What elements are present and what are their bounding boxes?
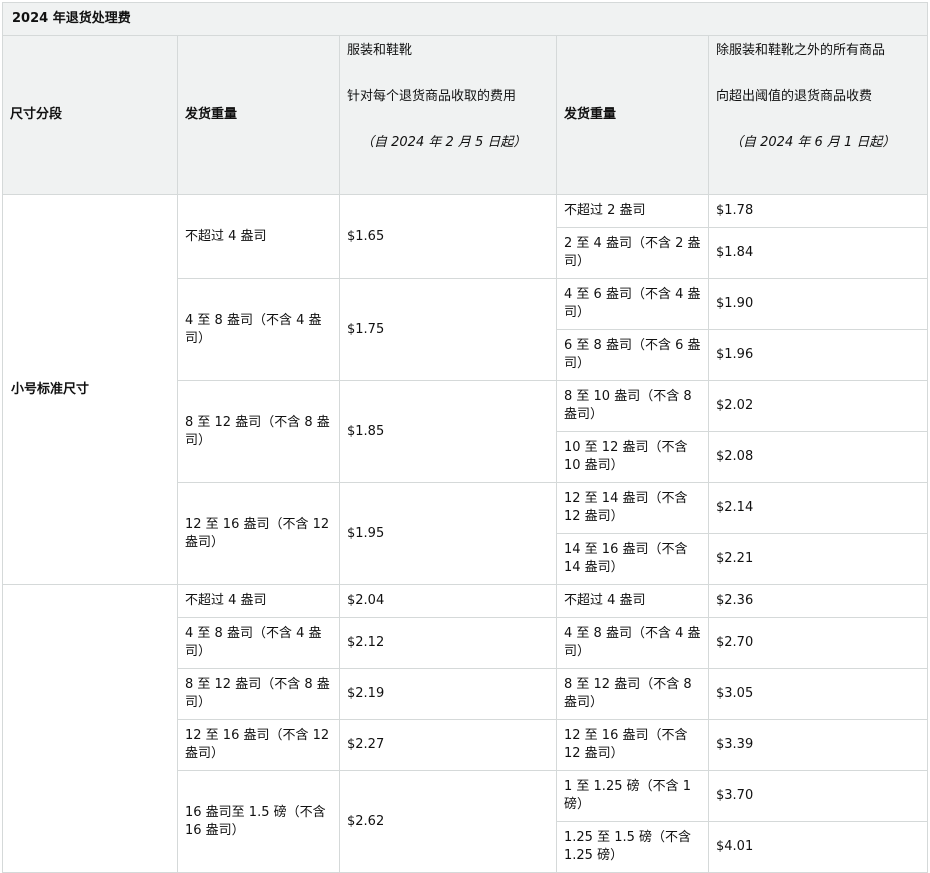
- fee-cell: $3.39: [707, 719, 929, 771]
- fee-cell: $3.70: [707, 770, 929, 822]
- fee-cell: $2.14: [707, 482, 929, 534]
- weight-cell: 12 至 16 盎司（不含 12 盎司）: [177, 482, 340, 585]
- weight-cell: 10 至 12 盎司（不含 10 盎司）: [556, 431, 709, 483]
- header-weight-right: 发货重量: [556, 35, 709, 195]
- fee-cell: $1.90: [707, 278, 929, 330]
- return-fee-table: 2024 年退货处理费 尺寸分段 发货重量 服装和鞋靴 针对每个退货商品收取的费…: [1, 2, 929, 873]
- weight-cell: 2 至 4 盎司（不含 2 盎司）: [556, 227, 709, 279]
- header-other-line-2: 向超出阈值的退货商品收费: [716, 89, 873, 104]
- weight-cell: 4 至 6 盎司（不含 4 盎司）: [556, 278, 709, 330]
- weight-cell: 8 至 10 盎司（不含 8 盎司）: [556, 380, 709, 432]
- fee-cell: $1.85: [339, 380, 557, 483]
- weight-cell: 不超过 4 盎司: [556, 584, 709, 618]
- weight-cell: 6 至 8 盎司（不含 6 盎司）: [556, 329, 709, 381]
- header-weight-left: 发货重量: [177, 35, 340, 195]
- header-apparel-line-1: 服装和鞋靴: [347, 43, 413, 58]
- fee-cell: $1.95: [339, 482, 557, 585]
- weight-cell: 14 至 16 盎司（不含 14 盎司）: [556, 533, 709, 585]
- fee-cell: $3.05: [707, 668, 929, 720]
- weight-cell: 不超过 4 盎司: [177, 194, 340, 279]
- header-size-tier: 尺寸分段: [2, 35, 178, 195]
- table-row: 不超过 4 盎司 $2.04 不超过 4 盎司 $2.36: [2, 584, 929, 873]
- fee-cell: $1.75: [339, 278, 557, 381]
- weight-cell: 不超过 2 盎司: [556, 194, 709, 228]
- fee-cell: $2.04: [339, 584, 557, 618]
- table-title: 2024 年退货处理费: [1, 2, 929, 36]
- fee-cell: $2.12: [339, 617, 557, 669]
- weight-cell: 8 至 12 盎司（不含 8 盎司）: [556, 668, 709, 720]
- header-other-fee: 除服装和鞋靴之外的所有商品 向超出阈值的退货商品收费 （自 2024 年 6 月…: [707, 35, 929, 195]
- header-apparel-fee: 服装和鞋靴 针对每个退货商品收取的费用 （自 2024 年 2 月 5 日起）: [339, 35, 557, 195]
- fee-cell: $2.21: [707, 533, 929, 585]
- weight-cell: 不超过 4 盎司: [177, 584, 340, 618]
- fee-cell: $2.27: [339, 719, 557, 771]
- weight-cell: 16 盎司至 1.5 磅（不含 16 盎司）: [177, 770, 340, 873]
- fee-cell: $2.70: [707, 617, 929, 669]
- fee-cell: $1.84: [707, 227, 929, 279]
- weight-cell: 12 至 16 盎司（不含 12 盎司）: [556, 719, 709, 771]
- table-row: 小号标准尺寸 不超过 4 盎司 $1.65 不超过 2 盎司 $1.78: [2, 194, 929, 585]
- header-other-line-1: 除服装和鞋靴之外的所有商品: [716, 43, 886, 58]
- weight-cell: 12 至 14 盎司（不含 12 盎司）: [556, 482, 709, 534]
- weight-cell: 4 至 8 盎司（不含 4 盎司）: [556, 617, 709, 669]
- fee-cell: $2.02: [707, 380, 929, 432]
- fee-cell: $4.01: [707, 821, 929, 873]
- weight-cell: 8 至 12 盎司（不含 8 盎司）: [177, 380, 340, 483]
- header-apparel-line-2: 针对每个退货商品收取的费用: [347, 89, 517, 104]
- fee-cell: $1.96: [707, 329, 929, 381]
- size-tier-large-standard: [2, 584, 178, 873]
- weight-cell: 1.25 至 1.5 磅（不含 1.25 磅）: [556, 821, 709, 873]
- weight-cell: 12 至 16 盎司（不含 12 盎司）: [177, 719, 340, 771]
- size-tier-small-standard: 小号标准尺寸: [2, 194, 178, 585]
- fee-cell: $2.36: [707, 584, 929, 618]
- fee-cell: $1.78: [707, 194, 929, 228]
- weight-cell: 4 至 8 盎司（不含 4 盎司）: [177, 278, 340, 381]
- weight-cell: 1 至 1.25 磅（不含 1 磅）: [556, 770, 709, 822]
- fee-cell: $1.65: [339, 194, 557, 279]
- fee-cell: $2.19: [339, 668, 557, 720]
- fee-cell: $2.08: [707, 431, 929, 483]
- header-apparel-line-3: （自 2024 年 2 月 5 日起）: [361, 135, 527, 150]
- weight-cell: 8 至 12 盎司（不含 8 盎司）: [177, 668, 340, 720]
- weight-cell: 4 至 8 盎司（不含 4 盎司）: [177, 617, 340, 669]
- fee-cell: $2.62: [339, 770, 557, 873]
- header-other-line-3: （自 2024 年 6 月 1 日起）: [730, 135, 896, 150]
